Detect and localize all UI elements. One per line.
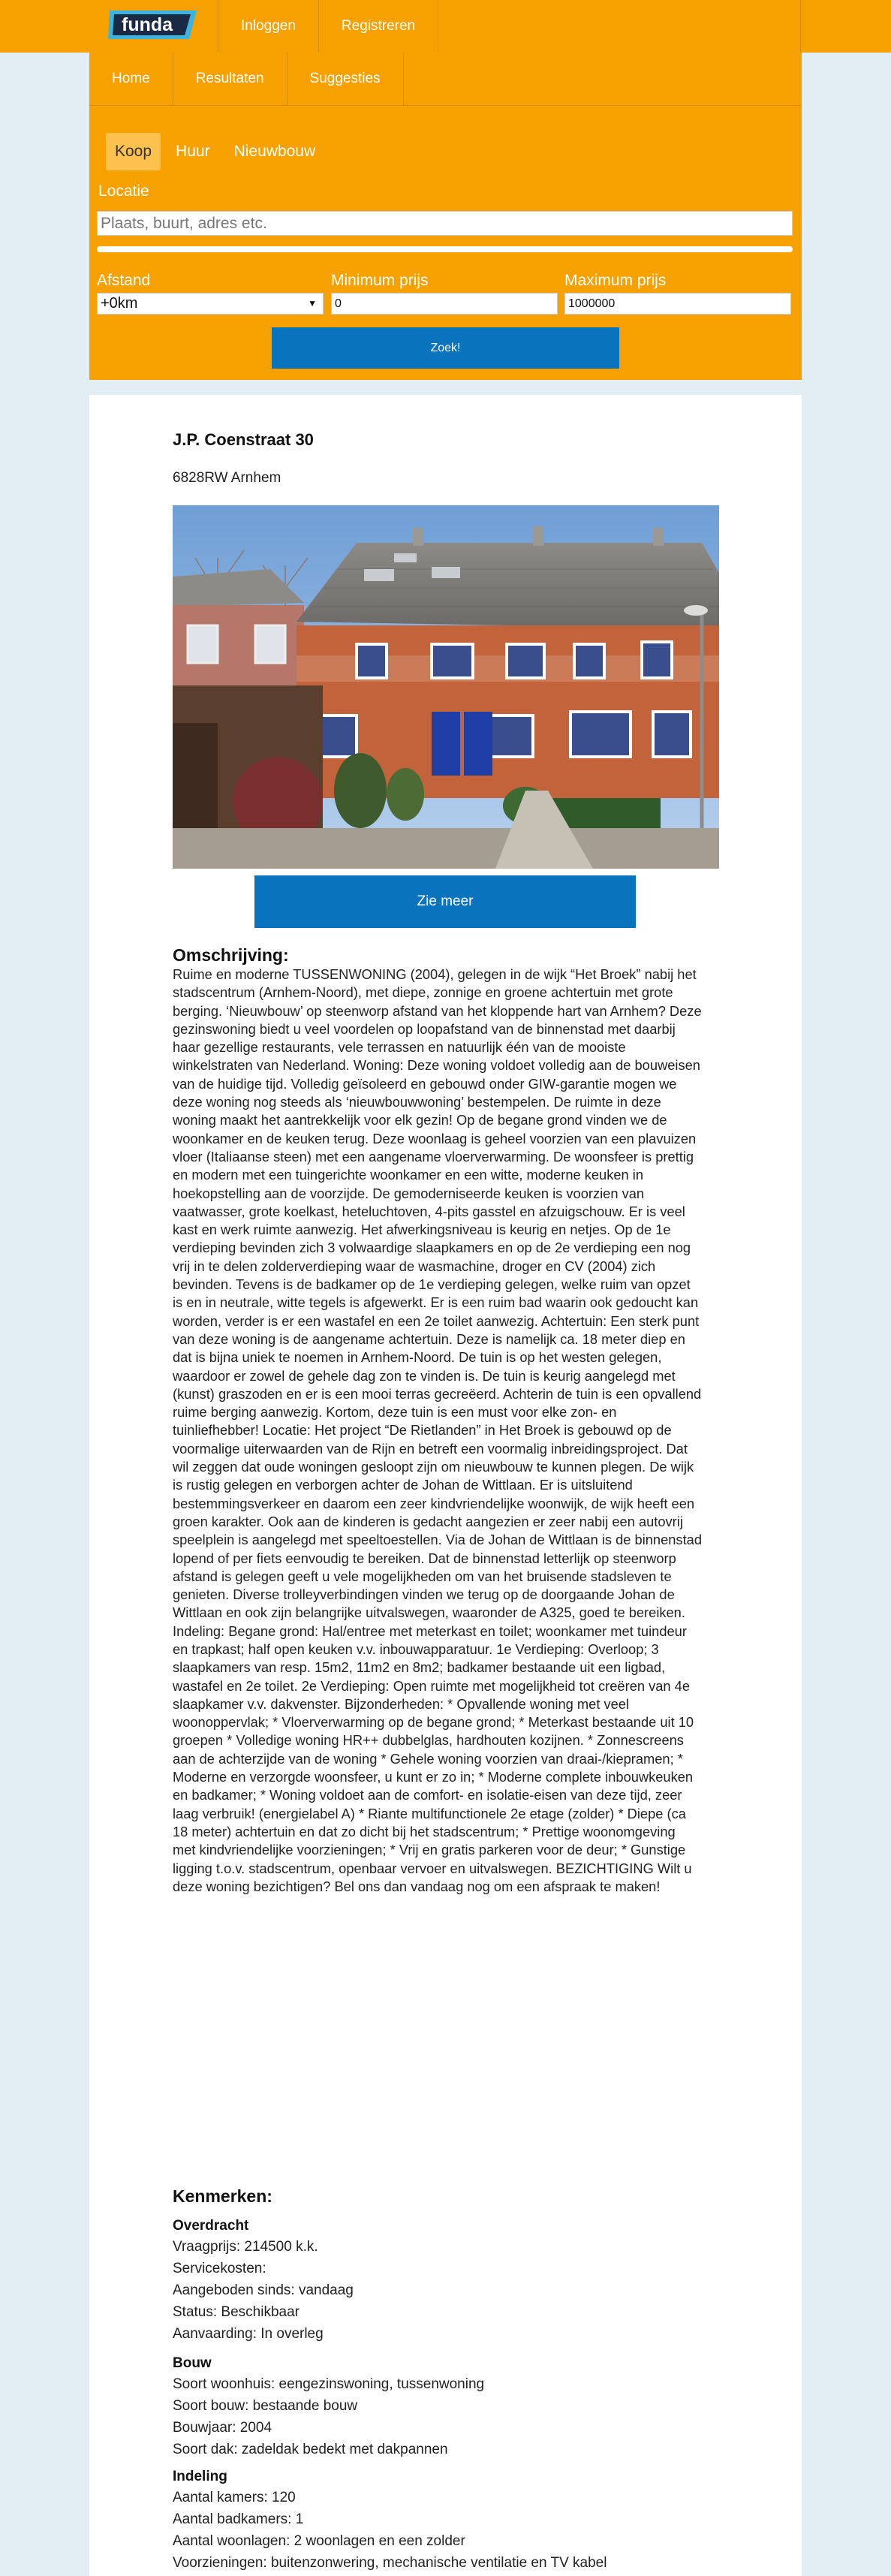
tab-nieuwbouw[interactable]: Nieuwbouw (225, 133, 325, 170)
feature-line: Soort bouw: bestaande bouw (173, 2398, 358, 2414)
listing-address: J.P. Coenstraat 30 (173, 430, 314, 449)
house-photo[interactable] (173, 505, 719, 869)
location-input[interactable] (97, 211, 793, 236)
features-group-title: Overdracht (173, 2218, 249, 2234)
max-price-label: Maximum prijs (564, 272, 667, 289)
feature-line: Servicekosten: (173, 2261, 266, 2276)
top-nav: Inloggen Registreren (218, 0, 439, 53)
funda-logo[interactable]: funda (105, 8, 203, 42)
min-price-input[interactable] (331, 293, 558, 315)
nav-results[interactable]: Resultaten (173, 53, 287, 105)
nav-home[interactable]: Home (89, 53, 173, 105)
top-bar: funda Inloggen Registreren (0, 0, 891, 53)
feature-line: Soort woonhuis: eengezinswoning, tussenw… (173, 2376, 485, 2392)
features-indeling: Indeling Aantal kamers: 120 Aantal badka… (173, 2467, 743, 2574)
listing-type-tabs: Koop Huur Nieuwbouw (106, 133, 324, 170)
distance-value: +0km (101, 295, 138, 312)
nav-suggestions[interactable]: Suggesties (287, 53, 404, 105)
feature-line: Voorzieningen: buitenzonwering, mechanis… (173, 2555, 607, 2571)
min-price-label: Minimum prijs (331, 272, 429, 289)
description-text: Ruime en moderne TUSSENWONING (2004), ge… (173, 966, 702, 1894)
feature-line: Aantal kamers: 120 (173, 2490, 296, 2505)
features-overdracht: Overdracht Vraagprijs: 214500 k.k. Servi… (173, 2216, 743, 2345)
divider (800, 0, 801, 53)
feature-line: Aantal badkamers: 1 (173, 2511, 304, 2527)
features-group-title: Bouw (173, 2355, 212, 2371)
chevron-down-icon: ▼ (308, 298, 317, 309)
feature-line: Aantal woonlagen: 2 woonlagen en een zol… (173, 2533, 465, 2549)
listing-postcode-city: 6828RW Arnhem (173, 470, 281, 486)
location-label: Locatie (98, 182, 149, 200)
features-bouw: Bouw Soort woonhuis: eengezinswoning, tu… (173, 2354, 743, 2460)
register-link[interactable]: Registreren (318, 0, 439, 53)
location-slider-bar[interactable] (97, 246, 793, 252)
feature-line: Vraagprijs: 214500 k.k. (173, 2239, 318, 2255)
listing-card: J.P. Coenstraat 30 6828RW Arnhem Zie mee… (89, 395, 802, 2576)
features-group-title: Indeling (173, 2469, 227, 2484)
features-heading: Kenmerken: (173, 2186, 272, 2206)
feature-line: Bouwjaar: 2004 (173, 2420, 272, 2436)
feature-line: Aanvaarding: In overleg (173, 2326, 324, 2342)
distance-label: Afstand (97, 272, 151, 289)
search-button[interactable]: Zoek! (272, 327, 619, 369)
description-heading: Omschrijving: (173, 945, 289, 965)
feature-line: Soort dak: zadeldak bedekt met dakpannen (173, 2442, 448, 2457)
feature-line: Status: Beschikbaar (173, 2304, 300, 2320)
sub-nav: Home Resultaten Suggesties (89, 53, 802, 106)
tab-koop[interactable]: Koop (106, 133, 161, 170)
see-more-button[interactable]: Zie meer (254, 875, 636, 928)
feature-line: Aangeboden sinds: vandaag (173, 2282, 354, 2298)
logo-text: funda (122, 14, 173, 35)
distance-select[interactable]: +0km ▼ (97, 293, 324, 315)
login-link[interactable]: Inloggen (218, 0, 318, 53)
max-price-input[interactable] (564, 293, 791, 315)
tab-huur[interactable]: Huur (167, 133, 219, 170)
search-panel: Home Resultaten Suggesties Koop Huur Nie… (89, 53, 802, 380)
